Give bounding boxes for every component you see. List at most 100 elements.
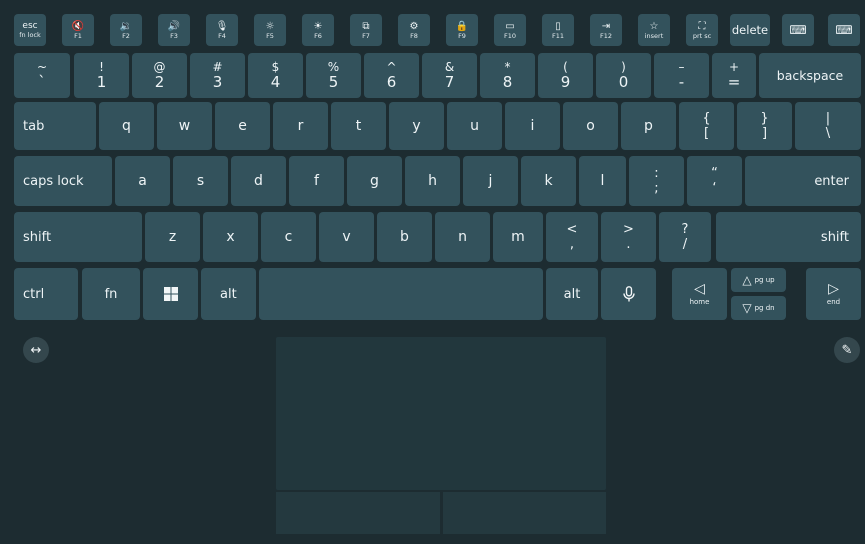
- insert-key[interactable]: ☆ insert: [638, 14, 670, 46]
- f6-key[interactable]: ☀ F6: [302, 14, 334, 46]
- key-m[interactable]: m: [493, 212, 543, 262]
- key-pipe-label: |: [825, 111, 831, 126]
- key-plus-label: +: [728, 60, 740, 74]
- key-z[interactable]: z: [145, 212, 200, 262]
- key-double-quote-label: “: [711, 166, 718, 181]
- f4-key[interactable]: 🎙 F4: [206, 14, 238, 46]
- key-a[interactable]: a: [115, 156, 170, 206]
- key-t[interactable]: t: [331, 102, 386, 150]
- key-q[interactable]: q: [99, 102, 154, 150]
- end-key[interactable]: ▷ end: [806, 268, 861, 320]
- touchpad-right-button[interactable]: [443, 492, 606, 534]
- touchpad[interactable]: [276, 337, 606, 490]
- keyboard-toggle-key[interactable]: ⌨: [828, 14, 860, 46]
- right-alt-key[interactable]: alt: [546, 268, 598, 320]
- key-p[interactable]: p: [621, 102, 676, 150]
- key-5[interactable]: % 5: [306, 53, 361, 98]
- key-quote[interactable]: “ ‘: [687, 156, 742, 206]
- key-1[interactable]: ! 1: [74, 53, 129, 98]
- f12-key[interactable]: ⇥ F12: [590, 14, 622, 46]
- caps-lock-key[interactable]: caps lock: [14, 156, 112, 206]
- prtsc-label: prt sc: [692, 31, 712, 40]
- key-n[interactable]: n: [435, 212, 490, 262]
- home-key[interactable]: ◁ home: [672, 268, 727, 320]
- esc-key[interactable]: esc fn lock: [14, 14, 46, 46]
- f3-key[interactable]: 🔊 F3: [158, 14, 190, 46]
- resize-keyboard-button[interactable]: ↔: [23, 337, 49, 363]
- key-4[interactable]: $ 4: [248, 53, 303, 98]
- key-c[interactable]: c: [261, 212, 316, 262]
- f7-key[interactable]: ⧉ F7: [350, 14, 382, 46]
- backspace-key[interactable]: backspace: [759, 53, 861, 98]
- key-backslash[interactable]: | \: [795, 102, 861, 150]
- key-o[interactable]: o: [563, 102, 618, 150]
- prtsc-key[interactable]: ⛶ prt sc: [686, 14, 718, 46]
- f11-label: F11: [551, 31, 564, 40]
- key-b[interactable]: b: [377, 212, 432, 262]
- ctrl-key[interactable]: ctrl: [14, 268, 78, 320]
- f5-key[interactable]: ☼ F5: [254, 14, 286, 46]
- key-comma-label: ,: [569, 237, 575, 252]
- key-4-label: 4: [270, 73, 281, 91]
- key-minus[interactable]: – -: [654, 53, 709, 98]
- page-up-key[interactable]: △ pg up: [731, 268, 786, 292]
- key-open-bracket[interactable]: { [: [679, 102, 734, 150]
- key-semicolon[interactable]: : ;: [629, 156, 684, 206]
- key-equals[interactable]: + =: [712, 53, 756, 98]
- handwriting-button[interactable]: ✎: [834, 337, 860, 363]
- key-0[interactable]: ) 0: [596, 53, 651, 98]
- key-7[interactable]: & 7: [422, 53, 477, 98]
- f8-key[interactable]: ⚙ F8: [398, 14, 430, 46]
- keyboard-settings-key[interactable]: ⌨: [782, 14, 814, 46]
- key-slash[interactable]: ? /: [659, 212, 711, 262]
- key-g[interactable]: g: [347, 156, 402, 206]
- right-shift-key[interactable]: shift: [716, 212, 861, 262]
- home-label: home: [689, 298, 710, 306]
- voice-typing-key[interactable]: [601, 268, 656, 320]
- f9-key[interactable]: 🔒 F9: [446, 14, 478, 46]
- key-y[interactable]: y: [389, 102, 444, 150]
- key-w[interactable]: w: [157, 102, 212, 150]
- key-v[interactable]: v: [319, 212, 374, 262]
- touch-keyboard: esc fn lock 🔇 F1 🔉 F2 🔊 F3 🎙 F4 ☼ F5 ☀ F…: [0, 0, 865, 544]
- touchpad-left-button[interactable]: [276, 492, 440, 534]
- key-3[interactable]: # 3: [190, 53, 245, 98]
- key-backtick[interactable]: ~ `: [14, 53, 70, 98]
- page-up-label: pg up: [754, 276, 775, 284]
- key-k[interactable]: k: [521, 156, 576, 206]
- key-j[interactable]: j: [463, 156, 518, 206]
- fn-key[interactable]: fn: [82, 268, 140, 320]
- key-x[interactable]: x: [203, 212, 258, 262]
- page-down-key[interactable]: ▽ pg dn: [731, 296, 786, 320]
- f2-key[interactable]: 🔉 F2: [110, 14, 142, 46]
- key-f[interactable]: f: [289, 156, 344, 206]
- left-alt-key[interactable]: alt: [201, 268, 256, 320]
- f11-key[interactable]: ▯ F11: [542, 14, 574, 46]
- key-d[interactable]: d: [231, 156, 286, 206]
- key-l[interactable]: l: [579, 156, 626, 206]
- space-bar[interactable]: [259, 268, 543, 320]
- key-open-bracket-label: [: [703, 126, 710, 141]
- key-h[interactable]: h: [405, 156, 460, 206]
- key-6[interactable]: ^ 6: [364, 53, 419, 98]
- windows-key[interactable]: [143, 268, 198, 320]
- f1-key[interactable]: 🔇 F1: [62, 14, 94, 46]
- f10-key[interactable]: ▭ F10: [494, 14, 526, 46]
- key-i[interactable]: i: [505, 102, 560, 150]
- key-2[interactable]: @ 2: [132, 53, 187, 98]
- key-u[interactable]: u: [447, 102, 502, 150]
- delete-key[interactable]: delete: [730, 14, 770, 46]
- enter-key[interactable]: enter: [745, 156, 861, 206]
- keyboard-icon: ⌨: [835, 23, 853, 37]
- key-close-bracket[interactable]: } ]: [737, 102, 792, 150]
- key-s[interactable]: s: [173, 156, 228, 206]
- key-h-label: h: [428, 173, 437, 189]
- tab-key[interactable]: tab: [14, 102, 96, 150]
- key-period[interactable]: > .: [601, 212, 656, 262]
- key-e[interactable]: e: [215, 102, 270, 150]
- left-shift-key[interactable]: shift: [14, 212, 142, 262]
- key-9[interactable]: ( 9: [538, 53, 593, 98]
- key-8[interactable]: * 8: [480, 53, 535, 98]
- key-r[interactable]: r: [273, 102, 328, 150]
- key-comma[interactable]: < ,: [546, 212, 598, 262]
